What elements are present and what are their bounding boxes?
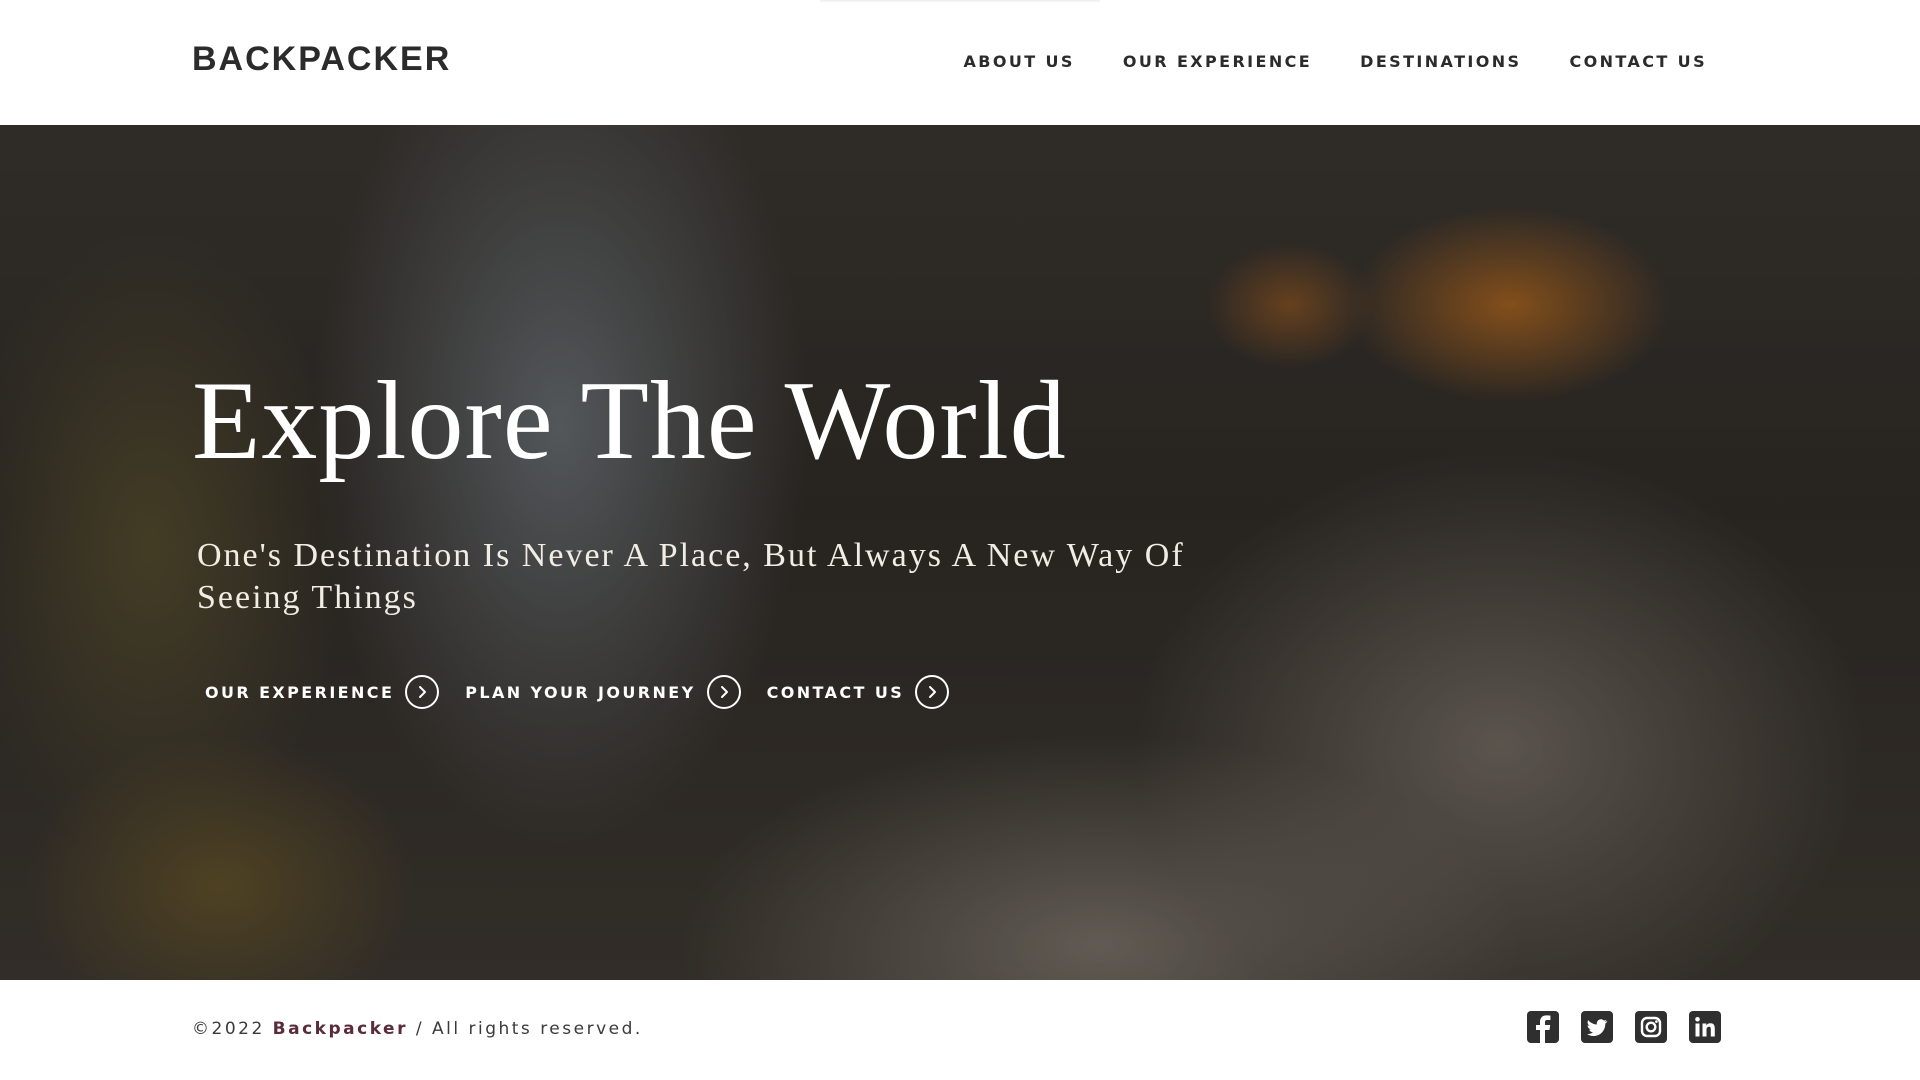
instagram-icon[interactable]: [1634, 1010, 1668, 1044]
contact-us-label: CONTACT US: [766, 682, 905, 702]
our-experience-label: OUR EXPERIENCE: [205, 682, 395, 702]
chevron-right-circle-icon: [915, 675, 950, 709]
hero-subtitle: One's Destination Is Never A Place, But …: [197, 537, 1185, 616]
our-experience-button[interactable]: OUR EXPERIENCE: [205, 675, 440, 709]
header-shadow: [820, 0, 1100, 3]
hero-content: Explore The World One's Destination Is N…: [0, 125, 1920, 980]
plan-your-journey-label: PLAN YOUR JOURNEY: [465, 682, 696, 702]
linkedin-icon[interactable]: [1688, 1010, 1722, 1044]
main-nav: ABOUT US OUR EXPERIENCE DESTINATIONS CON…: [963, 52, 1707, 71]
hero-section: Explore The World One's Destination Is N…: [0, 125, 1920, 980]
copyright-suffix: / All rights reserved.: [415, 1019, 643, 1039]
twitter-icon[interactable]: [1580, 1010, 1614, 1044]
chevron-right-circle-icon: [706, 675, 741, 709]
nav-destinations[interactable]: DESTINATIONS: [1360, 52, 1521, 71]
hero-actions: OUR EXPERIENCE PLAN YOUR JOURNEY CONTACT…: [205, 675, 950, 709]
nav-our-experience[interactable]: OUR EXPERIENCE: [1123, 52, 1312, 71]
copyright-text: ©2022 Backpacker / All rights reserved.: [192, 1019, 643, 1039]
facebook-icon[interactable]: [1526, 1010, 1560, 1044]
social-links: [1526, 1010, 1722, 1044]
nav-about-us[interactable]: ABOUT US: [963, 52, 1074, 71]
site-header: BACKPACKER ABOUT US OUR EXPERIENCE DESTI…: [0, 0, 1920, 125]
footer-brand-link[interactable]: Backpacker: [273, 1019, 408, 1039]
nav-contact-us[interactable]: CONTACT US: [1569, 52, 1707, 71]
chevron-right-circle-icon: [405, 675, 440, 709]
contact-us-button[interactable]: CONTACT US: [767, 675, 950, 709]
site-logo[interactable]: BACKPACKER: [192, 40, 451, 79]
copyright-year: ©2022: [192, 1019, 265, 1039]
hero-title: Explore The World: [192, 359, 1067, 483]
plan-your-journey-button[interactable]: PLAN YOUR JOURNEY: [465, 675, 741, 709]
